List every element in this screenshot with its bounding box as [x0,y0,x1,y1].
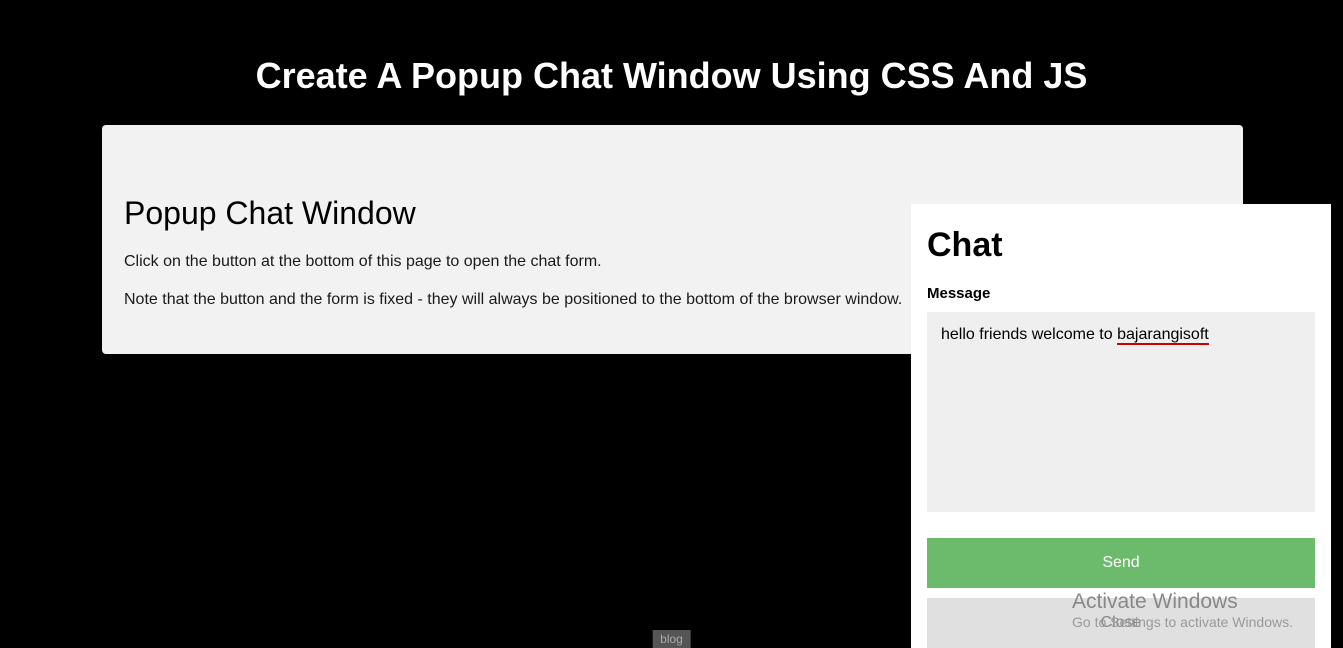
message-text-prefix: hello friends welcome to [941,326,1117,343]
blog-badge: blog [652,630,691,648]
chat-heading: Chat [927,226,1315,265]
page-title: Create A Popup Chat Window Using CSS And… [0,0,1343,125]
message-text-underlined: bajarangisoft [1117,326,1209,345]
send-button[interactable]: Send [927,538,1315,588]
message-textarea[interactable]: hello friends welcome to bajarangisoft [927,312,1315,512]
message-label: Message [927,285,1315,302]
close-button[interactable]: Close [927,598,1315,648]
chat-popup: Chat Message hello friends welcome to ba… [911,204,1331,648]
